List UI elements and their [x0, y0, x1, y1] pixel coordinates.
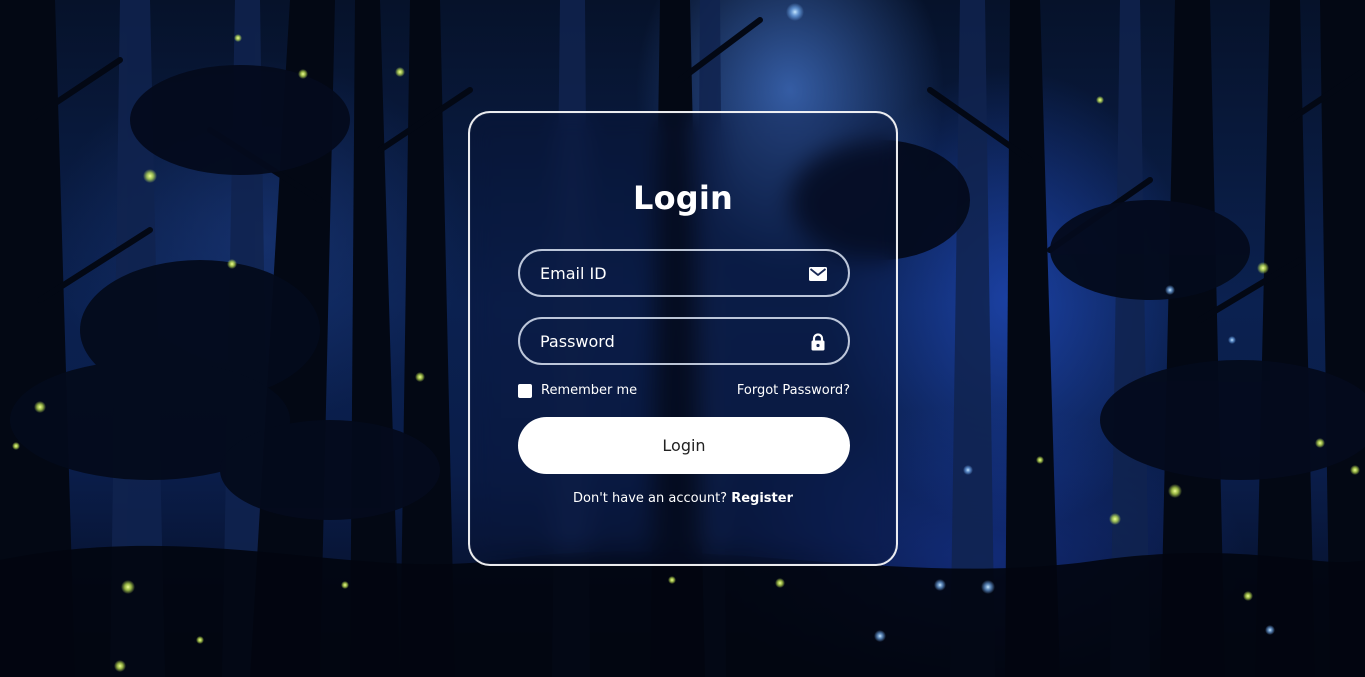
password-field[interactable]	[518, 317, 850, 365]
lock-icon	[811, 333, 825, 351]
login-card: Login Remember me Forgot Password? Log	[468, 111, 898, 566]
login-title: Login	[632, 179, 734, 217]
email-input[interactable]	[520, 251, 848, 295]
email-field[interactable]	[518, 249, 850, 297]
register-prompt-text: Don't have an account?	[573, 491, 728, 506]
password-input[interactable]	[520, 319, 848, 363]
login-page: Login Remember me Forgot Password? Log	[0, 0, 1365, 677]
login-button[interactable]: Login	[518, 417, 850, 474]
register-link[interactable]: Register	[731, 491, 793, 506]
forgot-password-link[interactable]: Forgot Password?	[737, 383, 850, 398]
remember-me-label: Remember me	[541, 383, 638, 398]
remember-me-checkbox[interactable]	[518, 383, 532, 398]
login-options: Remember me Forgot Password?	[518, 381, 850, 401]
envelope-icon	[809, 267, 827, 281]
remember-me[interactable]: Remember me	[518, 383, 637, 398]
register-prompt: Don't have an account? Register	[470, 491, 896, 506]
